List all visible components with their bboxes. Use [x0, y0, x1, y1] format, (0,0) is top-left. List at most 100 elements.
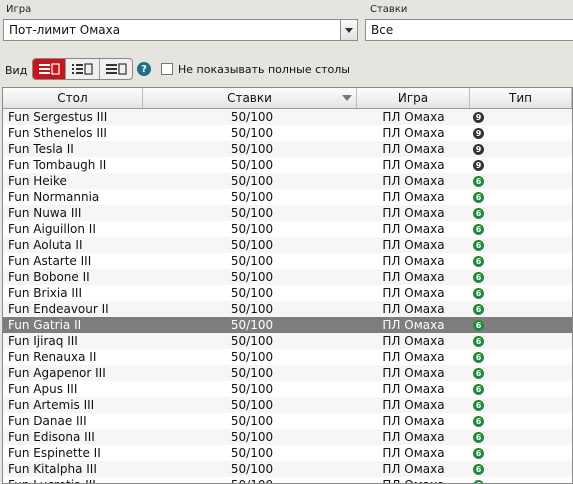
six-max-icon: 6 [473, 479, 484, 483]
table-name-cell: Fun Agapenor III [8, 366, 106, 380]
stakes-select[interactable]: Все [365, 19, 573, 41]
type-cell: 6 [470, 175, 572, 187]
table-name-cell: Fun Heike [8, 174, 67, 188]
detailed-list-icon [72, 63, 94, 75]
table-row[interactable]: Fun Heike 50/100 ПЛ Омаха 6 [3, 173, 572, 189]
stakes-cell: 50/100 [230, 238, 274, 252]
six-max-icon: 6 [473, 223, 484, 235]
table-name-cell: Fun Espinette II [8, 446, 101, 460]
game-select-value: Пот-лимит Омаха [9, 23, 121, 37]
type-cell: 9 [470, 159, 572, 171]
table-row[interactable]: Fun Normannia 50/100 ПЛ Омаха 6 [3, 189, 572, 205]
type-cell: 6 [470, 399, 572, 411]
stakes-cell: 50/100 [230, 110, 274, 124]
stakes-cell: 50/100 [230, 350, 274, 364]
six-max-icon: 6 [473, 415, 484, 427]
table-name-cell: Fun Brixia III [8, 286, 82, 300]
type-cell: 6 [470, 463, 572, 475]
table-row[interactable]: Fun Lucretia III50/100ПЛ Омаха6 [3, 477, 572, 483]
type-cell: 6 [470, 351, 572, 363]
game-cell: ПЛ Омаха [382, 238, 445, 252]
table-name-cell: Fun Nuwa III [8, 206, 82, 220]
stakes-cell: 50/100 [230, 190, 274, 204]
game-cell: ПЛ Омаха [382, 126, 445, 140]
preview-list-icon [105, 63, 127, 75]
table-row[interactable]: Fun Aiguillon II 50/100 ПЛ Омаха 6 [3, 221, 572, 237]
column-header-stakes[interactable]: Ставки [143, 88, 357, 108]
table-row[interactable]: Fun Endeavour II 50/100 ПЛ Омаха 6 [3, 301, 572, 317]
view-label: Вид [5, 64, 28, 77]
table-name-cell: Fun Artemis III [8, 398, 95, 412]
table-name-cell: Fun Danae III [8, 414, 87, 428]
six-max-icon: 6 [473, 255, 484, 267]
table-row[interactable]: Fun Gatria II 50/100 ПЛ Омаха 6 [3, 317, 572, 333]
table-row[interactable]: Fun Aoluta II 50/100 ПЛ Омаха 6 [3, 237, 572, 253]
stakes-cell: 50/100 [230, 142, 274, 156]
stakes-filter-label: Ставки [370, 4, 408, 15]
table-row[interactable]: Fun Danae III 50/100 ПЛ Омаха 6 [3, 413, 572, 429]
table-name-cell: Fun Tesla II [8, 142, 74, 156]
column-header-game[interactable]: Игра [357, 88, 470, 108]
six-max-icon: 6 [473, 239, 484, 251]
help-icon[interactable]: ? [137, 62, 151, 76]
stakes-cell: 50/100 [230, 382, 274, 396]
game-cell: ПЛ Омаха [382, 286, 445, 300]
hide-full-tables-label[interactable]: Не показывать полные столы [178, 63, 350, 76]
stakes-cell: 50/100 [230, 318, 274, 332]
table-row[interactable]: Fun Sergestus III 50/100 ПЛ Омаха 9 [3, 109, 572, 125]
table-name-cell: Fun Endeavour II [8, 302, 109, 316]
type-cell: 6 [470, 415, 572, 427]
game-cell: ПЛ Омаха [382, 398, 445, 412]
table-row[interactable]: Fun Espinette II 50/100 ПЛ Омаха 6 [3, 445, 572, 461]
stakes-cell: 50/100 [230, 446, 274, 460]
table-row[interactable]: Fun Nuwa III 50/100 ПЛ Омаха 6 [3, 205, 572, 221]
table-name-cell: Fun Bobone II [8, 270, 90, 284]
six-max-icon: 6 [473, 271, 484, 283]
stakes-cell: 50/100 [230, 222, 274, 236]
table-row[interactable]: Fun Edisona III 50/100 ПЛ Омаха 6 [3, 429, 572, 445]
game-cell: ПЛ Омаха [382, 318, 445, 332]
table-row[interactable]: Fun Apus III 50/100 ПЛ Омаха 6 [3, 381, 572, 397]
table-row[interactable]: Fun Agapenor III 50/100 ПЛ Омаха 6 [3, 365, 572, 381]
six-max-icon: 6 [473, 303, 484, 315]
six-max-icon: 6 [473, 399, 484, 411]
column-header-table[interactable]: Стол [3, 88, 143, 108]
view-detailed-button[interactable] [66, 59, 100, 79]
game-cell: ПЛ Омаха [382, 270, 445, 284]
sort-descending-icon [342, 95, 352, 101]
view-compact-button[interactable] [33, 59, 67, 79]
game-select-arrow[interactable] [340, 20, 357, 40]
hide-full-tables-checkbox[interactable] [161, 63, 173, 75]
type-cell: 6 [470, 447, 572, 459]
six-max-icon: 6 [473, 383, 484, 395]
table-row[interactable]: Fun Tombaugh II 50/100 ПЛ Омаха 9 [3, 157, 572, 173]
game-cell: ПЛ Омаха [382, 158, 445, 172]
table-row[interactable]: Fun Tesla II 50/100 ПЛ Омаха 9 [3, 141, 572, 157]
type-cell: 6 [470, 335, 572, 347]
table-row[interactable]: Fun Astarte III 50/100 ПЛ Омаха 6 [3, 253, 572, 269]
compact-list-icon [39, 63, 60, 75]
view-mode-group [32, 58, 133, 80]
view-preview-button[interactable] [100, 59, 132, 79]
game-cell: ПЛ Омаха [382, 190, 445, 204]
table-name-cell: Fun Ijiraq III [8, 334, 78, 348]
table-row[interactable]: Fun Kitalpha III 50/100 ПЛ Омаха 6 [3, 461, 572, 477]
table-row[interactable]: Fun Renauxa II 50/100 ПЛ Омаха 6 [3, 349, 572, 365]
table-row[interactable]: Fun Brixia III 50/100 ПЛ Омаха 6 [3, 285, 572, 301]
game-cell: ПЛ Омаха [382, 302, 445, 316]
game-select[interactable]: Пот-лимит Омаха [3, 19, 358, 41]
column-header-type[interactable]: Тип [470, 88, 572, 108]
game-cell: ПЛ Омаха [382, 254, 445, 268]
table-row[interactable]: Fun Sthenelos III 50/100 ПЛ Омаха 9 [3, 125, 572, 141]
type-cell: 6 [470, 303, 572, 315]
game-cell: ПЛ Омаха [382, 142, 445, 156]
stakes-cell: 50/100 [230, 206, 274, 220]
table-row[interactable]: Fun Bobone II 50/100 ПЛ Омаха 6 [3, 269, 572, 285]
table-row[interactable]: Fun Artemis III 50/100 ПЛ Омаха 6 [3, 397, 572, 413]
game-cell: ПЛ Омаха [382, 430, 445, 444]
table-row[interactable]: Fun Ijiraq III 50/100 ПЛ Омаха 6 [3, 333, 572, 349]
chevron-down-icon [345, 27, 353, 33]
type-cell: 9 [470, 127, 572, 139]
table-name-cell: Fun Gatria II [8, 318, 82, 332]
type-cell: 6 [470, 255, 572, 267]
